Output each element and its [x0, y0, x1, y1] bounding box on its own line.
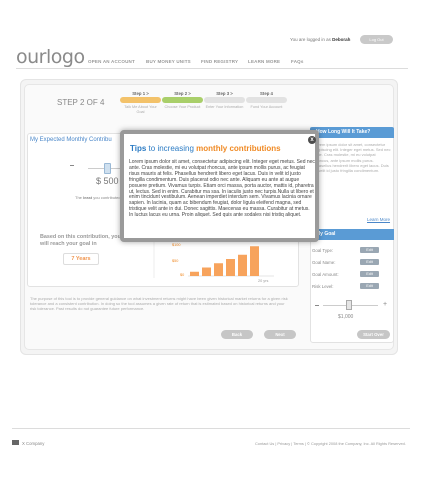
tips-modal: x Tips to increasing monthly contributio…: [120, 130, 319, 242]
header-divider: [16, 68, 408, 69]
step-2-bar: [162, 97, 203, 103]
edit-goal-amount-button[interactable]: Edit: [360, 271, 379, 277]
modal-body: Lorem ipsum dolor sit amet, consectetur …: [129, 159, 315, 219]
step-1-sub: Talk Me About Your Goal: [124, 105, 157, 114]
logged-in-prefix: You are logged in as: [290, 37, 331, 42]
footer-links[interactable]: Contact Us | Privacy | Terms | © Copyrig…: [255, 441, 406, 446]
goal-plus-icon[interactable]: +: [383, 301, 387, 308]
y-label-top: $100: [172, 243, 180, 247]
risk-level-label: Risk Level:: [312, 284, 334, 289]
back-button[interactable]: Back: [221, 330, 253, 339]
start-over-button[interactable]: Start Over: [357, 330, 390, 339]
learn-more-link[interactable]: Learn More: [367, 217, 390, 222]
nav-faqs[interactable]: FAQs: [291, 59, 304, 64]
bars-group: [190, 246, 259, 276]
x-label-end: 20 yrs: [258, 279, 268, 283]
step-4-sub: Fund Your Account: [250, 105, 283, 109]
y-label-mid: $50: [172, 259, 178, 263]
step-3-bar: [204, 97, 245, 103]
edit-goal-type-button[interactable]: Edit: [360, 247, 379, 253]
modal-title: Tips to increasing monthly contributions: [130, 144, 281, 153]
contribution-amount: $ 500: [96, 176, 119, 186]
logged-in-text: You are logged in as Deborah: [290, 37, 350, 42]
contribution-title: My Expected Monthly Contribu: [30, 137, 112, 143]
contribution-sub-label: The least you contributed: [75, 195, 121, 200]
step-3-label: Step 3 >: [216, 91, 233, 96]
years-button[interactable]: 7 Years: [63, 253, 99, 265]
modal-title-highlight: monthly contributions: [196, 144, 281, 153]
minus-icon[interactable]: [70, 165, 74, 166]
how-long-heading: How Long Will It Take?: [310, 127, 394, 138]
modal-title-mid: to increasing: [148, 144, 194, 153]
step-title: STEP 2 OF 4: [57, 98, 105, 107]
goal-type-label: Goal Type:: [312, 248, 334, 253]
step-1-bar: [120, 97, 161, 103]
step-3-sub: Enter Your Information: [205, 105, 244, 109]
chart-bar: [250, 246, 259, 276]
chart-bar: [214, 263, 223, 276]
nav-find-registry[interactable]: FIND REGISTRY: [201, 59, 238, 64]
how-long-text: Lorem ipsum dolor sit amet, consectetur …: [314, 142, 391, 174]
disclaimer: The purpose of this tool is to provide g…: [30, 296, 288, 311]
goal-amount-value: $1,000: [338, 314, 354, 320]
goal-name-label: Goal Name:: [312, 260, 336, 265]
chart-bar: [190, 271, 199, 276]
footer-company: X Company: [22, 441, 45, 446]
goal-slider-handle[interactable]: [346, 300, 352, 310]
goal-amount-label: Goal Amount:: [312, 272, 339, 277]
logo[interactable]: ourlogo: [16, 46, 85, 68]
contribution-slider-handle[interactable]: [104, 163, 111, 174]
next-button[interactable]: Next: [264, 330, 296, 339]
step-2-label: Step 2 >: [174, 91, 191, 96]
edit-risk-level-button[interactable]: Edit: [360, 283, 379, 289]
step-4-bar: [246, 97, 287, 103]
based-on-text: Based on this contribution, you will rea…: [40, 234, 121, 247]
projection-chart: $100 $50 $0 20 yrs: [153, 238, 274, 283]
user-name: Deborah: [332, 37, 351, 42]
y-label-bottom: $0: [180, 273, 184, 277]
chart-bar: [238, 254, 247, 276]
modal-title-prefix: Tips: [130, 144, 147, 153]
footer-logo-icon: [12, 440, 19, 445]
step-4-label: Step 4: [260, 91, 273, 96]
close-icon[interactable]: x: [308, 136, 316, 144]
edit-goal-name-button[interactable]: Edit: [360, 259, 379, 265]
chart-bar: [202, 267, 211, 276]
chart-bar: [226, 259, 235, 276]
step-1-label: Step 1 >: [132, 91, 149, 96]
goal-minus-icon[interactable]: [315, 305, 319, 306]
logout-button[interactable]: Log Out: [360, 35, 393, 44]
nav-open-account[interactable]: OPEN AN ACCOUNT: [88, 59, 135, 64]
nav-buy-money-units[interactable]: BUY MONEY UNITS: [146, 59, 191, 64]
footer-divider: [12, 428, 410, 429]
step-2-sub: Choose Your Product: [164, 105, 201, 109]
nav-learn-more[interactable]: LEARN MORE: [248, 59, 280, 64]
my-goal-heading: My Goal: [310, 229, 394, 240]
